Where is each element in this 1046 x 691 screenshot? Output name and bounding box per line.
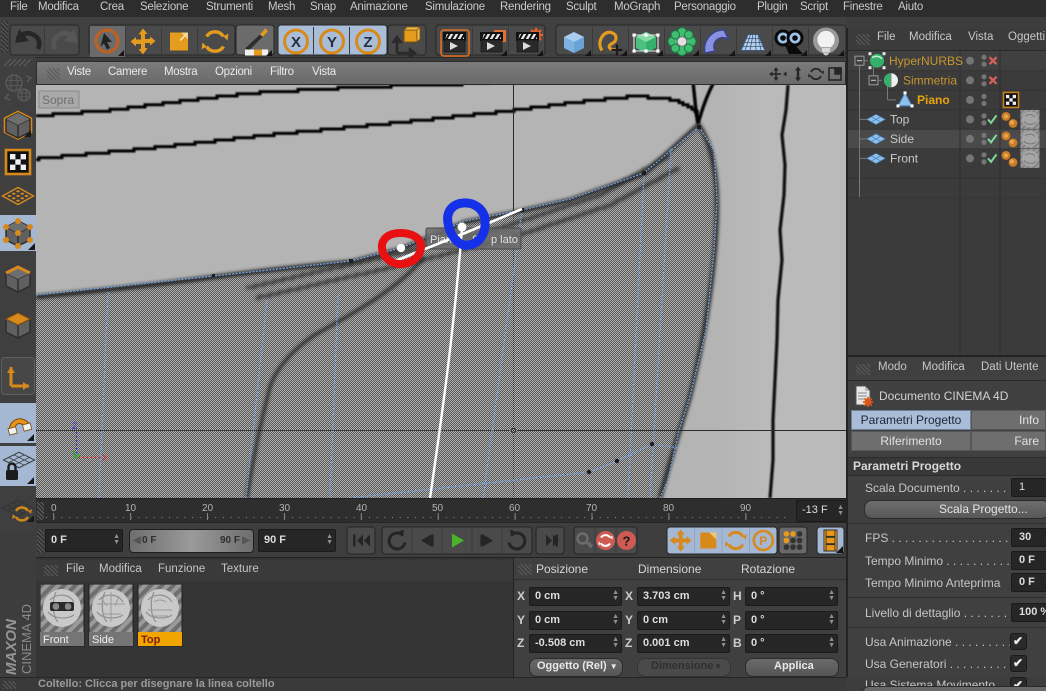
- svg-text:60: 60: [509, 503, 521, 514]
- svg-text:70: 70: [586, 503, 598, 514]
- svg-text:Front: Front: [43, 634, 69, 646]
- svg-text:Top: Top: [890, 113, 910, 127]
- svg-text:CINEMA 4D: CINEMA 4D: [19, 604, 34, 674]
- svg-text:Simmetria: Simmetria: [903, 74, 957, 88]
- svg-text:X: X: [291, 34, 301, 51]
- svg-text:Z: Z: [72, 421, 78, 431]
- svg-text:?: ?: [623, 534, 631, 549]
- svg-text:90: 90: [740, 503, 752, 514]
- svg-text:Piano: Piano: [917, 93, 950, 107]
- svg-text:Front: Front: [890, 152, 919, 166]
- svg-text:P: P: [759, 534, 767, 548]
- svg-text:MAXON: MAXON: [3, 618, 20, 675]
- svg-text:Y: Y: [327, 34, 337, 51]
- svg-text:X: X: [102, 453, 108, 463]
- svg-text:40: 40: [356, 503, 368, 514]
- svg-text:30: 30: [279, 503, 291, 514]
- svg-text:10: 10: [125, 503, 137, 514]
- svg-text:80: 80: [663, 503, 675, 514]
- svg-text:0: 0: [51, 503, 57, 514]
- svg-text:Z: Z: [363, 34, 372, 51]
- svg-text:Side: Side: [890, 132, 914, 146]
- svg-text:50: 50: [432, 503, 444, 514]
- svg-text:Side: Side: [92, 634, 114, 646]
- svg-text:Sopra: Sopra: [42, 93, 74, 107]
- svg-text:HyperNURBS: HyperNURBS: [889, 54, 963, 68]
- svg-text:Top: Top: [141, 634, 161, 646]
- svg-text:20: 20: [202, 503, 214, 514]
